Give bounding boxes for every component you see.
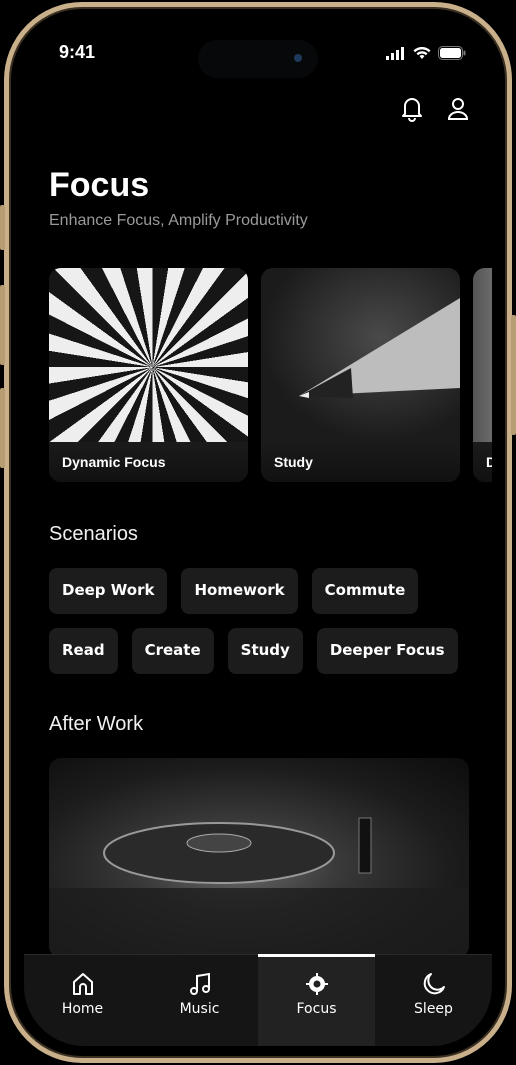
scenario-chips: Deep Work Homework Commute Read Create S… [49, 568, 479, 674]
page-title: Focus [49, 166, 150, 204]
music-icon [189, 972, 210, 995]
card-dynamic-focus[interactable]: Dynamic Focus [49, 268, 248, 482]
side-button [0, 205, 5, 250]
status-bar: 9:41 [24, 40, 492, 78]
camera-icon [294, 54, 302, 62]
chip-read[interactable]: Read [49, 628, 118, 674]
chip-deeper-focus[interactable]: Deeper Focus [316, 628, 458, 674]
chip-create[interactable]: Create [131, 628, 214, 674]
focus-card-carousel[interactable]: Dynamic Focus Study D [49, 268, 492, 482]
signal-icon [386, 46, 404, 60]
card-study[interactable]: Study [261, 268, 460, 482]
tab-label: Music [179, 1001, 220, 1017]
after-work-card[interactable] [49, 758, 469, 958]
dartboard-image [49, 268, 248, 442]
tab-focus[interactable]: Focus [258, 954, 375, 1046]
side-button [0, 285, 5, 365]
tab-music[interactable]: Music [141, 955, 258, 1046]
chip-deep-work[interactable]: Deep Work [49, 568, 168, 614]
home-icon [72, 973, 93, 995]
page-subtitle: Enhance Focus, Amplify Productivity [49, 212, 308, 229]
card-label: D [473, 442, 492, 482]
scenarios-heading: Scenarios [49, 523, 138, 545]
card-image [473, 268, 492, 442]
chip-commute[interactable]: Commute [311, 568, 419, 614]
moon-icon [423, 973, 445, 995]
battery-icon [438, 46, 466, 60]
dynamic-island [198, 40, 318, 78]
bottom-nav: Home Music Focus Sleep [24, 954, 492, 1046]
chip-study[interactable]: Study [227, 628, 303, 674]
card-partial[interactable]: D [473, 268, 492, 482]
tab-label: Home [61, 1001, 104, 1017]
tab-label: Sleep [414, 1001, 453, 1017]
side-button [0, 388, 5, 468]
side-button [511, 315, 516, 435]
card-label: Study [261, 442, 460, 482]
tab-home[interactable]: Home [24, 955, 141, 1046]
focus-icon [305, 973, 328, 995]
tab-sleep[interactable]: Sleep [375, 955, 492, 1046]
card-label: Dynamic Focus [49, 442, 248, 482]
screen: 9:41 Focus Enhance Focus, Amplify Produc… [24, 18, 492, 1046]
wifi-icon [413, 46, 431, 59]
chip-homework[interactable]: Homework [181, 568, 298, 614]
pencil-image [261, 268, 460, 442]
status-time: 9:41 [59, 42, 96, 62]
after-work-heading: After Work [49, 713, 144, 735]
profile-icon[interactable] [446, 96, 470, 122]
bell-icon[interactable] [400, 96, 424, 122]
tab-label: Focus [296, 1001, 337, 1017]
